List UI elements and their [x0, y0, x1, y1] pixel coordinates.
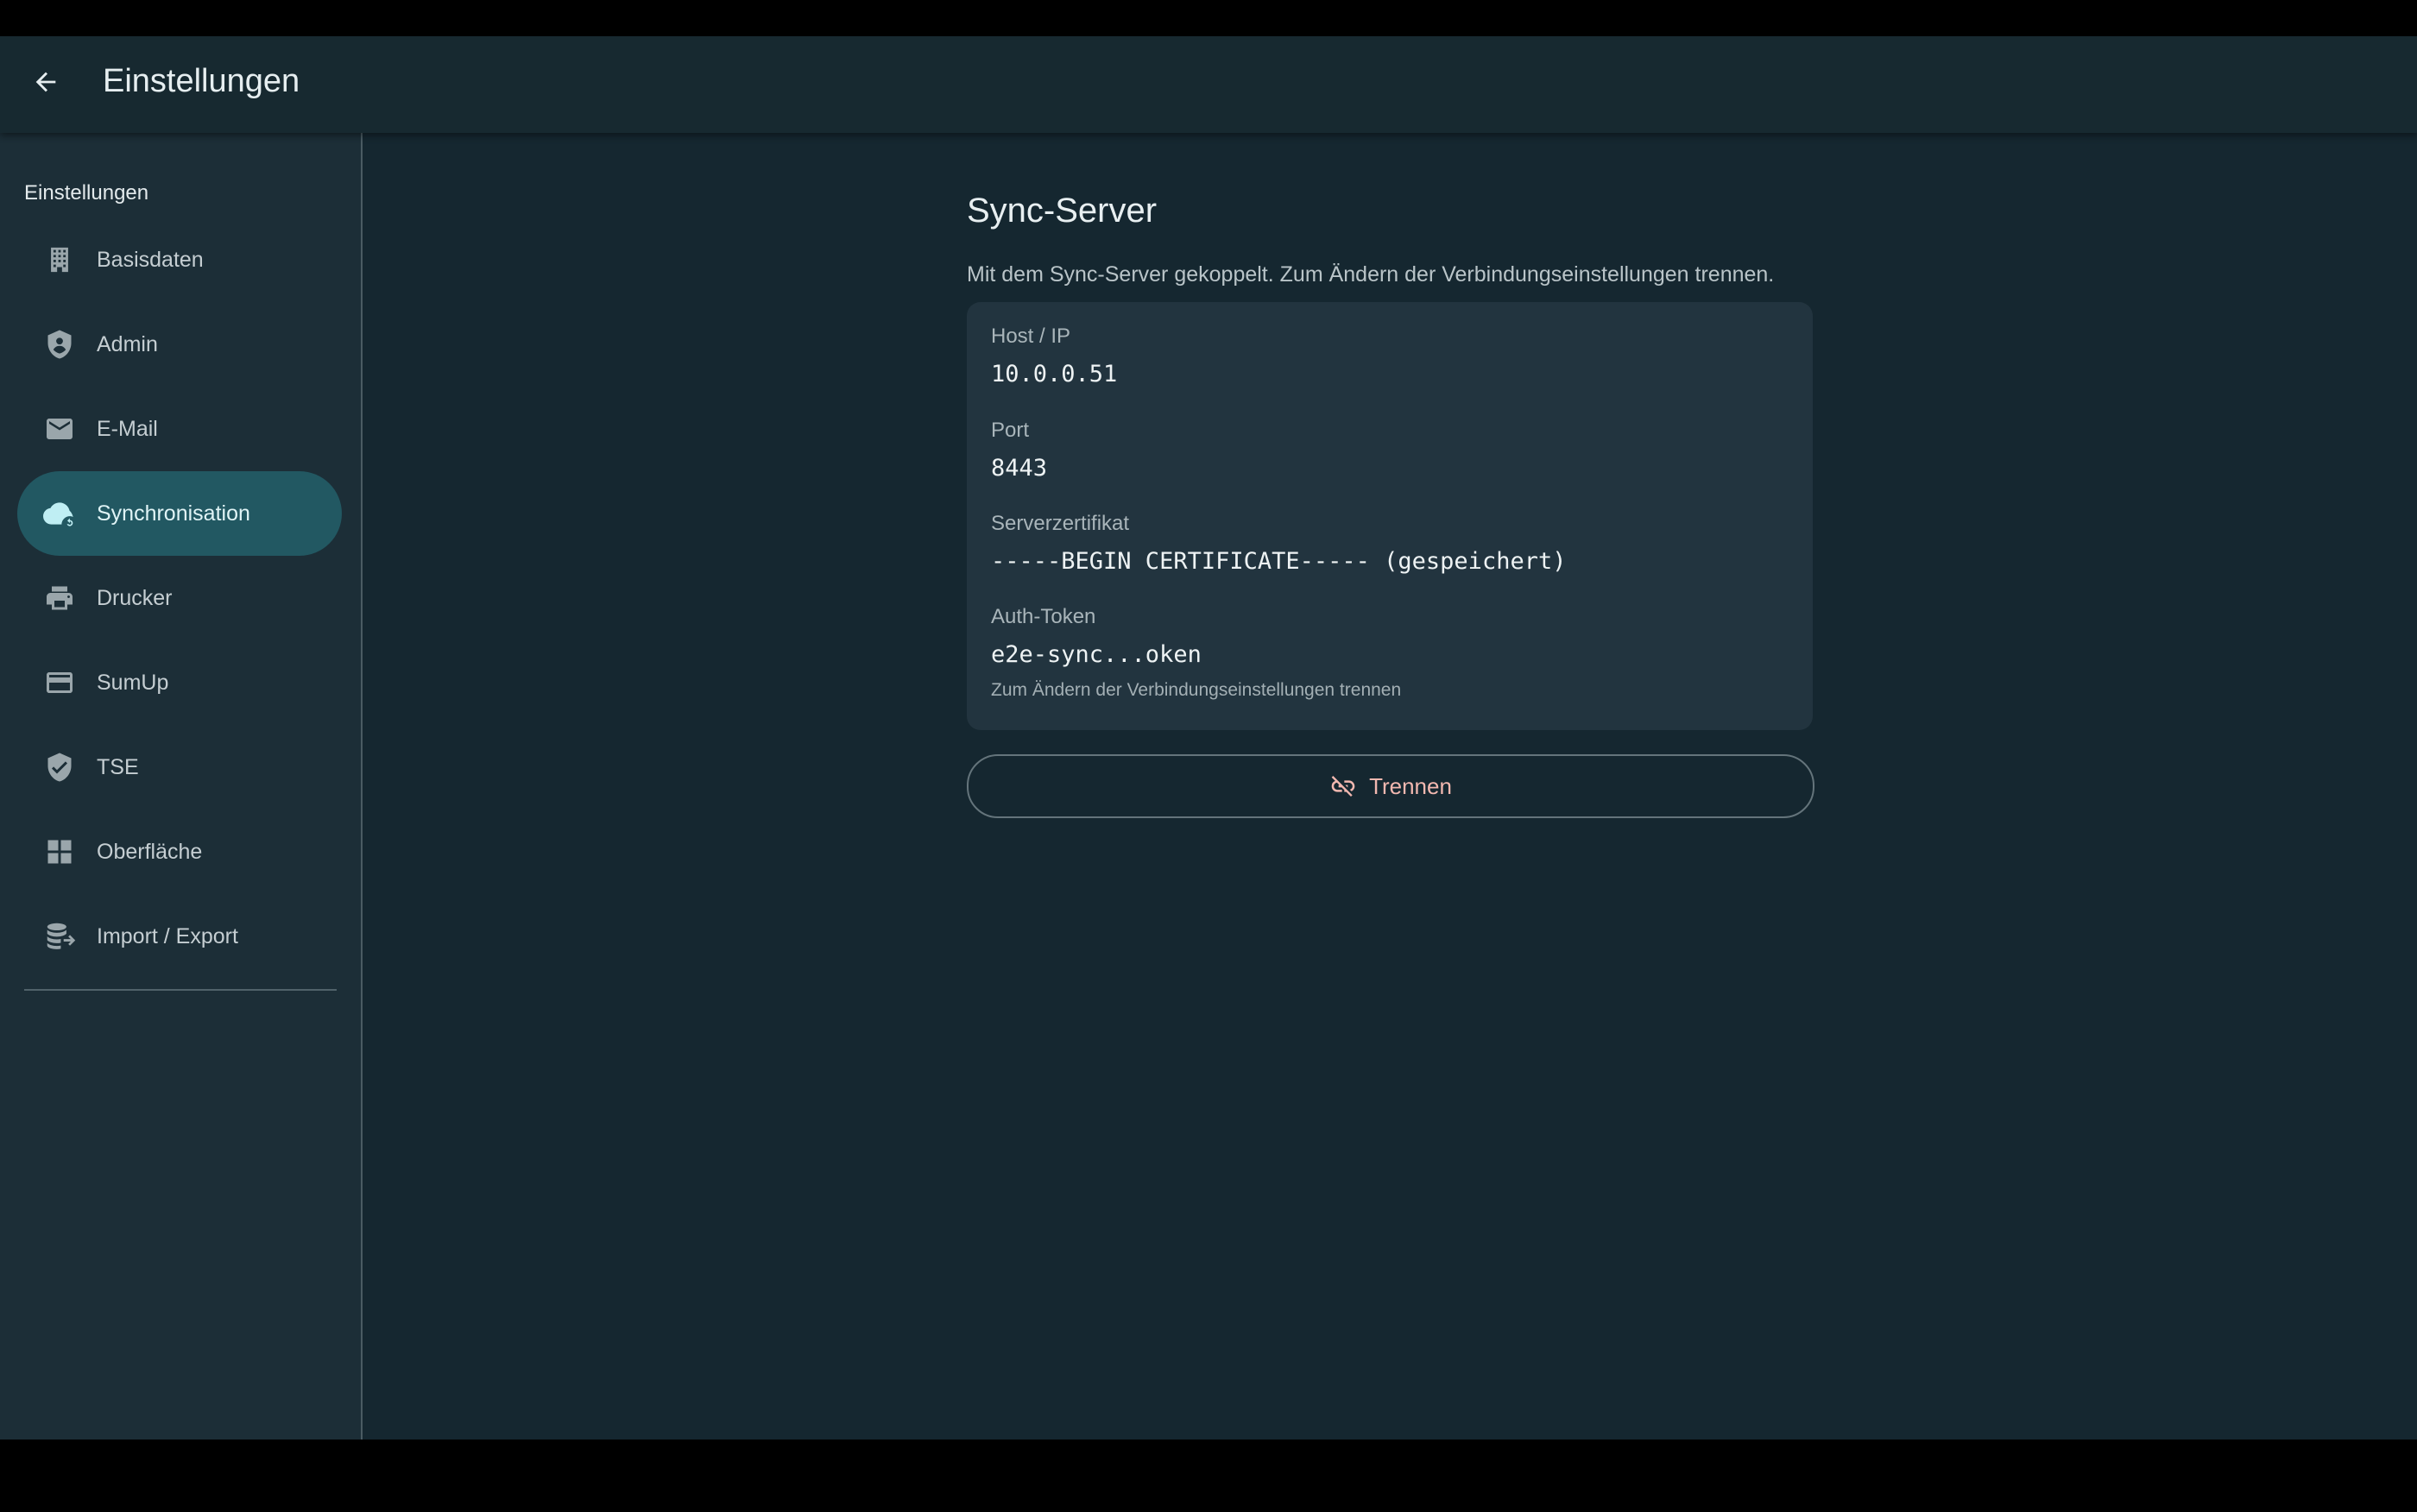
back-button[interactable]: [21, 57, 71, 107]
sidebar-item-label: Drucker: [97, 585, 173, 610]
sidebar-item-label: Admin: [97, 331, 158, 356]
card-icon: [42, 665, 77, 700]
cloud-sync-icon: [42, 496, 77, 531]
field-label: Host / IP: [991, 324, 1071, 348]
sidebar-item-import-export[interactable]: Import / Export: [17, 894, 342, 979]
printer-icon: [42, 581, 77, 615]
sidebar-item-basisdaten[interactable]: Basisdaten: [17, 217, 342, 302]
disconnect-label: Trennen: [1369, 772, 1452, 799]
arrow-back-icon: [35, 72, 56, 92]
app-window: Einstellungen Einstellungen Basisdaten A…: [0, 36, 2417, 1440]
field-value: -----BEGIN CERTIFICATE----- (gespeichert…: [991, 548, 1567, 575]
host-field: Host / IP 10.0.0.51: [991, 324, 1117, 387]
dashboard-icon: [42, 835, 77, 869]
sidebar-item-sumup[interactable]: SumUp: [17, 640, 342, 725]
field-label: Serverzertifikat: [991, 512, 1130, 535]
sidebar-divider: [24, 989, 337, 991]
sidebar-item-label: Import / Export: [97, 923, 238, 948]
field-hint: Zum Ändern der Verbindungseinstellungen …: [991, 680, 1402, 700]
link-off-icon: [1329, 772, 1357, 800]
sidebar-item-oberflaeche[interactable]: Oberfläche: [17, 810, 342, 894]
port-field: Port 8443: [991, 419, 1047, 482]
auth-token-field: Auth-Token e2e-sync...oken Zum Ändern de…: [991, 605, 1401, 701]
settings-sidebar: Einstellungen Basisdaten Admin E-Mail Sy…: [0, 133, 363, 1440]
field-label: Port: [991, 419, 1030, 442]
admin-shield-icon: [42, 327, 77, 362]
connection-details-card: Host / IP 10.0.0.51 Port 8443 Serverzert…: [967, 302, 1813, 730]
field-label: Auth-Token: [991, 605, 1096, 628]
sidebar-item-admin[interactable]: Admin: [17, 302, 342, 387]
sidebar-item-synchronisation[interactable]: Synchronisation: [17, 471, 342, 556]
section-title: Sync-Server: [967, 192, 1158, 230]
building-icon: [42, 243, 77, 277]
page-title: Einstellungen: [103, 63, 300, 99]
sidebar-item-label: Oberfläche: [97, 839, 203, 864]
verified-shield-icon: [42, 750, 77, 784]
field-value: 10.0.0.51: [991, 361, 1118, 387]
disconnect-button[interactable]: Trennen: [967, 754, 1814, 818]
sidebar-item-drucker[interactable]: Drucker: [17, 556, 342, 640]
top-app-bar: Einstellungen: [0, 36, 2417, 133]
sidebar-heading: Einstellungen: [24, 181, 149, 205]
sidebar-item-label: Basisdaten: [97, 247, 204, 272]
sidebar-item-label: SumUp: [97, 670, 169, 695]
sidebar-item-tse[interactable]: TSE: [17, 725, 342, 810]
sidebar-item-email[interactable]: E-Mail: [17, 387, 342, 471]
sidebar-item-label: TSE: [97, 754, 139, 779]
sidebar-item-label: Synchronisation: [97, 501, 250, 526]
sidebar-item-label: E-Mail: [97, 416, 158, 441]
section-description: Mit dem Sync-Server gekoppelt. Zum Änder…: [967, 262, 1775, 287]
sidebar-nav: Basisdaten Admin E-Mail Synchronisation: [17, 217, 342, 979]
certificate-field: Serverzertifikat -----BEGIN CERTIFICATE-…: [991, 512, 1566, 575]
field-value: e2e-sync...oken: [991, 641, 1202, 668]
mail-icon: [42, 412, 77, 446]
field-value: 8443: [991, 455, 1048, 482]
database-export-icon: [42, 919, 77, 954]
